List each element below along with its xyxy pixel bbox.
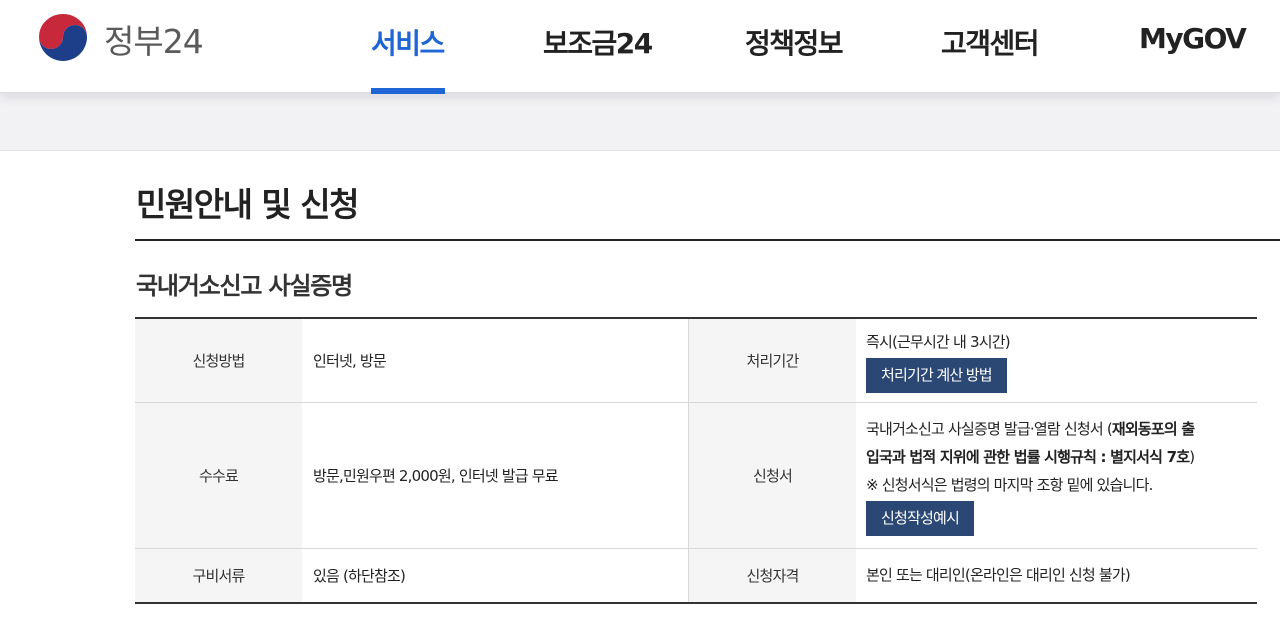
form-text-line-1: 국내거소신고 사실증명 발급·열람 신청서 (재외동포의 출: [866, 415, 1257, 443]
docs-label: 구비서류: [135, 548, 302, 603]
nav-policy-info[interactable]: 정책정보: [745, 22, 844, 62]
fee-value: 방문,민원우편 2,000원, 인터넷 발급 무료: [302, 402, 689, 549]
form-text-plain: 국내거소신고 사실증명 발급·열람 신청서 (: [866, 419, 1113, 438]
nav-subsidy24[interactable]: 보조금24: [543, 22, 653, 62]
table-row: 수수료 방문,민원우편 2,000원, 인터넷 발급 무료 신청서 국내거소신고…: [135, 402, 1257, 549]
eligibility-label: 신청자격: [688, 548, 856, 603]
nav-customer-center[interactable]: 고객센터: [941, 22, 1040, 62]
eligibility-value: 본인 또는 대리인(온라인은 대리인 신청 불가): [866, 566, 1131, 585]
form-label: 신청서: [688, 402, 856, 549]
fee-label: 수수료: [135, 402, 302, 549]
site-header: 정부24 서비스 보조금24 정책정보 고객센터 MyGOV: [0, 0, 1280, 94]
period-cell: 즉시(근무시간 내 3시간) 처리기간 계산 방법: [856, 318, 1257, 403]
form-note: ※ 신청서식은 법령의 마지막 조항 밑에 있습니다.: [866, 475, 1153, 494]
form-example-button[interactable]: 신청작성예시: [866, 500, 975, 536]
form-text-line-2: 입국과 법적 지위에 관한 법률 시행규칙 : 별지서식 7호): [866, 443, 1257, 471]
service-info-table: 신청방법 인터넷, 방문 처리기간 즉시(근무시간 내 3시간) 처리기간 계산…: [135, 317, 1257, 604]
nav-active-indicator: [371, 88, 445, 94]
form-law-link-part2[interactable]: 입국과 법적 지위에 관한 법률 시행규칙 : 별지서식 7호: [866, 448, 1190, 466]
page-title: 민원안내 및 신청: [136, 185, 360, 224]
docs-value: 있음 (하단참조): [302, 548, 689, 603]
table-row: 구비서류 있음 (하단참조) 신청자격 본인 또는 대리인(온라인은 대리인 신…: [135, 548, 1257, 603]
method-label: 신청방법: [135, 318, 302, 403]
title-divider: [135, 239, 1280, 241]
service-name: 국내거소신고 사실증명: [136, 272, 353, 300]
method-value: 인터넷, 방문: [302, 318, 689, 403]
form-law-link-part1[interactable]: 재외동포의 출: [1112, 420, 1195, 438]
logo-text: 정부24: [104, 22, 204, 61]
nav-service[interactable]: 서비스: [371, 22, 445, 62]
period-value: 즉시(근무시간 내 3시간): [866, 332, 1011, 351]
period-calc-button[interactable]: 처리기간 계산 방법: [866, 357, 1007, 393]
form-cell: 국내거소신고 사실증명 발급·열람 신청서 (재외동포의 출 입국과 법적 지위…: [856, 402, 1257, 549]
nav-mygov[interactable]: MyGOV: [1139, 22, 1247, 55]
sub-header-band: [0, 93, 1280, 151]
period-label: 처리기간: [688, 318, 856, 403]
table-row: 신청방법 인터넷, 방문 처리기간 즉시(근무시간 내 3시간) 처리기간 계산…: [135, 318, 1257, 403]
taegeuk-logo-icon: [35, 11, 91, 67]
form-text-close: ): [1189, 447, 1195, 466]
site-logo[interactable]: 정부24: [34, 10, 204, 68]
